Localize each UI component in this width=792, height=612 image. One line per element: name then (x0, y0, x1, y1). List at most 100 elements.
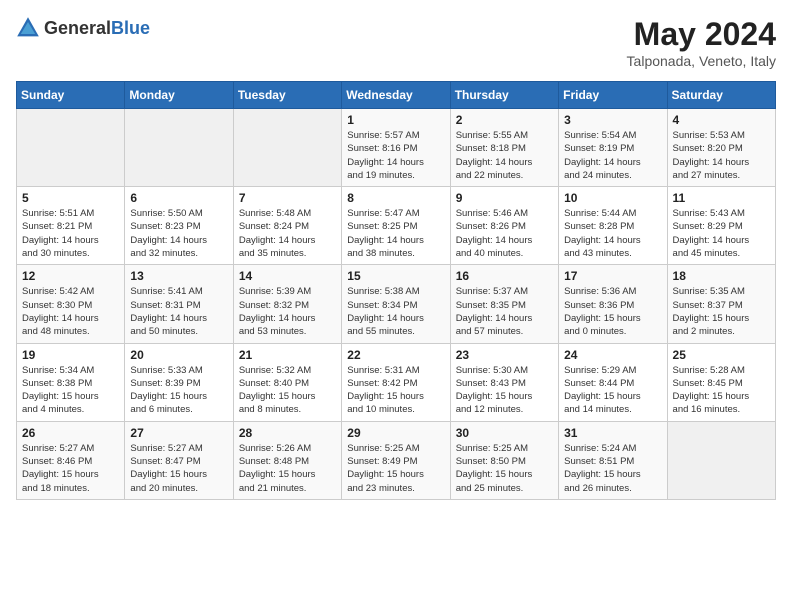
calendar-cell: 12Sunrise: 5:42 AM Sunset: 8:30 PM Dayli… (17, 265, 125, 343)
calendar-cell: 2 Sunrise: 5:55 AM Sunset: 8:18 PM Daylig… (450, 109, 558, 187)
day-info: Sunrise: 5:38 AM Sunset: 8:34 PM Dayligh… (347, 285, 444, 338)
month-year-title: May 2024 (627, 16, 776, 53)
calendar-cell (667, 421, 775, 499)
calendar-cell (17, 109, 125, 187)
calendar-cell: 1 Sunrise: 5:57 AM Sunset: 8:16 PM Daylig… (342, 109, 450, 187)
calendar-cell: 13 Sunrise: 5:41 AM Sunset: 8:31 PM Dayli… (125, 265, 233, 343)
day-info: Sunrise: 5:41 AM Sunset: 8:31 PM Dayligh… (130, 285, 227, 338)
calendar-cell: 11 Sunrise: 5:43 AM Sunset: 8:29 PM Dayli… (667, 187, 775, 265)
day-number: 31 (564, 426, 661, 440)
day-number: 8 (347, 191, 444, 205)
day-number: 14 (239, 269, 336, 283)
calendar-cell: 29Sunrise: 5:25 AM Sunset: 8:49 PM Dayli… (342, 421, 450, 499)
col-header-thursday: Thursday (450, 82, 558, 109)
logo-text-general: General (44, 18, 111, 38)
calendar-table: SundayMondayTuesdayWednesdayThursdayFrid… (16, 81, 776, 500)
day-info: Sunrise: 5:43 AM Sunset: 8:29 PM Dayligh… (673, 207, 770, 260)
day-number: 22 (347, 348, 444, 362)
day-info: Sunrise: 5:44 AM Sunset: 8:28 PM Dayligh… (564, 207, 661, 260)
calendar-cell: 7 Sunrise: 5:48 AM Sunset: 8:24 PM Daylig… (233, 187, 341, 265)
calendar-cell: 6 Sunrise: 5:50 AM Sunset: 8:23 PM Daylig… (125, 187, 233, 265)
title-block: May 2024 Talponada, Veneto, Italy (627, 16, 776, 69)
day-number: 7 (239, 191, 336, 205)
day-number: 18 (673, 269, 770, 283)
calendar-cell: 9 Sunrise: 5:46 AM Sunset: 8:26 PM Daylig… (450, 187, 558, 265)
day-info: Sunrise: 5:26 AM Sunset: 8:48 PM Dayligh… (239, 442, 336, 495)
day-info: Sunrise: 5:48 AM Sunset: 8:24 PM Dayligh… (239, 207, 336, 260)
day-number: 13 (130, 269, 227, 283)
day-number: 16 (456, 269, 553, 283)
calendar-cell: 24 Sunrise: 5:29 AM Sunset: 8:44 PM Dayli… (559, 343, 667, 421)
col-header-tuesday: Tuesday (233, 82, 341, 109)
day-info: Sunrise: 5:50 AM Sunset: 8:23 PM Dayligh… (130, 207, 227, 260)
calendar-cell: 26Sunrise: 5:27 AM Sunset: 8:46 PM Dayli… (17, 421, 125, 499)
day-number: 17 (564, 269, 661, 283)
day-info: Sunrise: 5:34 AM Sunset: 8:38 PM Dayligh… (22, 364, 119, 417)
location-subtitle: Talponada, Veneto, Italy (627, 53, 776, 69)
day-info: Sunrise: 5:29 AM Sunset: 8:44 PM Dayligh… (564, 364, 661, 417)
col-header-wednesday: Wednesday (342, 82, 450, 109)
day-info: Sunrise: 5:39 AM Sunset: 8:32 PM Dayligh… (239, 285, 336, 338)
page-header: GeneralBlue May 2024 Talponada, Veneto, … (16, 16, 776, 69)
calendar-cell: 30 Sunrise: 5:25 AM Sunset: 8:50 PM Dayli… (450, 421, 558, 499)
day-number: 5 (22, 191, 119, 205)
day-info: Sunrise: 5:28 AM Sunset: 8:45 PM Dayligh… (673, 364, 770, 417)
day-number: 4 (673, 113, 770, 127)
day-number: 25 (673, 348, 770, 362)
day-info: Sunrise: 5:25 AM Sunset: 8:49 PM Dayligh… (347, 442, 444, 495)
calendar-week-row: 12Sunrise: 5:42 AM Sunset: 8:30 PM Dayli… (17, 265, 776, 343)
day-number: 10 (564, 191, 661, 205)
logo-text-blue: Blue (111, 18, 150, 38)
day-number: 28 (239, 426, 336, 440)
logo: GeneralBlue (16, 16, 150, 40)
calendar-week-row: 19Sunrise: 5:34 AM Sunset: 8:38 PM Dayli… (17, 343, 776, 421)
day-info: Sunrise: 5:24 AM Sunset: 8:51 PM Dayligh… (564, 442, 661, 495)
day-info: Sunrise: 5:30 AM Sunset: 8:43 PM Dayligh… (456, 364, 553, 417)
day-number: 24 (564, 348, 661, 362)
calendar-cell (125, 109, 233, 187)
day-number: 27 (130, 426, 227, 440)
day-number: 23 (456, 348, 553, 362)
day-number: 30 (456, 426, 553, 440)
day-info: Sunrise: 5:27 AM Sunset: 8:47 PM Dayligh… (130, 442, 227, 495)
calendar-cell: 4 Sunrise: 5:53 AM Sunset: 8:20 PM Daylig… (667, 109, 775, 187)
calendar-cell: 17 Sunrise: 5:36 AM Sunset: 8:36 PM Dayli… (559, 265, 667, 343)
calendar-cell: 15 Sunrise: 5:38 AM Sunset: 8:34 PM Dayli… (342, 265, 450, 343)
day-number: 12 (22, 269, 119, 283)
logo-icon (16, 16, 40, 40)
day-number: 9 (456, 191, 553, 205)
day-info: Sunrise: 5:37 AM Sunset: 8:35 PM Dayligh… (456, 285, 553, 338)
day-info: Sunrise: 5:35 AM Sunset: 8:37 PM Dayligh… (673, 285, 770, 338)
day-number: 15 (347, 269, 444, 283)
day-number: 6 (130, 191, 227, 205)
calendar-cell: 18 Sunrise: 5:35 AM Sunset: 8:37 PM Dayli… (667, 265, 775, 343)
day-number: 21 (239, 348, 336, 362)
day-info: Sunrise: 5:27 AM Sunset: 8:46 PM Dayligh… (22, 442, 119, 495)
day-number: 3 (564, 113, 661, 127)
calendar-week-row: 1 Sunrise: 5:57 AM Sunset: 8:16 PM Daylig… (17, 109, 776, 187)
day-number: 2 (456, 113, 553, 127)
day-info: Sunrise: 5:54 AM Sunset: 8:19 PM Dayligh… (564, 129, 661, 182)
day-info: Sunrise: 5:57 AM Sunset: 8:16 PM Dayligh… (347, 129, 444, 182)
day-info: Sunrise: 5:36 AM Sunset: 8:36 PM Dayligh… (564, 285, 661, 338)
col-header-monday: Monday (125, 82, 233, 109)
calendar-cell: 3 Sunrise: 5:54 AM Sunset: 8:19 PM Daylig… (559, 109, 667, 187)
col-header-sunday: Sunday (17, 82, 125, 109)
calendar-cell: 19Sunrise: 5:34 AM Sunset: 8:38 PM Dayli… (17, 343, 125, 421)
day-info: Sunrise: 5:55 AM Sunset: 8:18 PM Dayligh… (456, 129, 553, 182)
calendar-week-row: 5Sunrise: 5:51 AM Sunset: 8:21 PM Daylig… (17, 187, 776, 265)
calendar-cell: 27 Sunrise: 5:27 AM Sunset: 8:47 PM Dayli… (125, 421, 233, 499)
calendar-cell: 20Sunrise: 5:33 AM Sunset: 8:39 PM Dayli… (125, 343, 233, 421)
calendar-header-row: SundayMondayTuesdayWednesdayThursdayFrid… (17, 82, 776, 109)
day-info: Sunrise: 5:46 AM Sunset: 8:26 PM Dayligh… (456, 207, 553, 260)
col-header-friday: Friday (559, 82, 667, 109)
day-info: Sunrise: 5:53 AM Sunset: 8:20 PM Dayligh… (673, 129, 770, 182)
day-number: 1 (347, 113, 444, 127)
calendar-cell: 5Sunrise: 5:51 AM Sunset: 8:21 PM Daylig… (17, 187, 125, 265)
calendar-cell: 21Sunrise: 5:32 AM Sunset: 8:40 PM Dayli… (233, 343, 341, 421)
day-info: Sunrise: 5:25 AM Sunset: 8:50 PM Dayligh… (456, 442, 553, 495)
calendar-week-row: 26Sunrise: 5:27 AM Sunset: 8:46 PM Dayli… (17, 421, 776, 499)
day-number: 11 (673, 191, 770, 205)
calendar-cell: 16 Sunrise: 5:37 AM Sunset: 8:35 PM Dayli… (450, 265, 558, 343)
day-info: Sunrise: 5:33 AM Sunset: 8:39 PM Dayligh… (130, 364, 227, 417)
